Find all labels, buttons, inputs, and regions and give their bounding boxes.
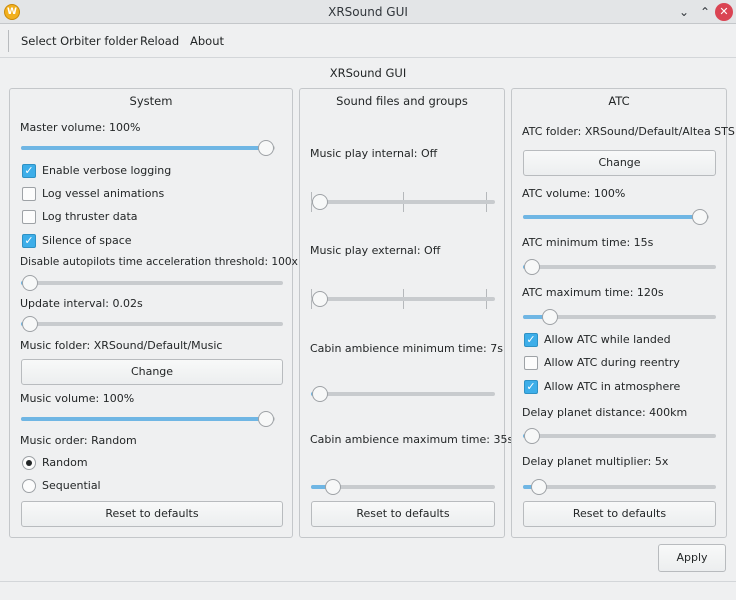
slider-handle[interactable] — [312, 194, 328, 210]
atc-reset-button[interactable]: Reset to defaults — [523, 501, 716, 527]
update-interval-label: Update interval: 0.02s — [20, 297, 143, 310]
music-volume-slider[interactable] — [21, 410, 275, 428]
slider-handle[interactable] — [325, 479, 342, 495]
system-group-title: System — [129, 94, 173, 108]
slider-handle[interactable] — [22, 275, 38, 291]
minimize-icon[interactable]: ⌄ — [674, 2, 694, 22]
music-folder-label: Music folder: XRSound/Default/Music — [20, 339, 223, 352]
main-title: XRSound GUI — [329, 66, 407, 80]
music-external-slider[interactable] — [311, 289, 495, 309]
slider-handle[interactable] — [312, 386, 328, 402]
atc-max-time-label: ATC maximum time: 120s — [522, 286, 664, 299]
atc-group: ATC ATC folder: XRSound/Default/Altea ST… — [511, 88, 735, 538]
update-interval-slider[interactable] — [21, 315, 283, 333]
slider-handle[interactable] — [312, 291, 328, 307]
atc-max-time-slider[interactable] — [523, 308, 716, 326]
atc-group-title: ATC — [608, 94, 630, 108]
menu-select-orbiter-folder[interactable]: Select Orbiter folder — [21, 24, 138, 58]
atc-min-time-slider[interactable] — [523, 258, 716, 276]
slider-handle[interactable] — [531, 479, 547, 495]
window-title: XRSound GUI — [328, 5, 408, 19]
master-volume-label: Master volume: 100% — [20, 121, 141, 134]
music-external-label: Music play external: Off — [310, 244, 441, 257]
slider-handle[interactable] — [541, 309, 558, 325]
slider-handle[interactable] — [258, 140, 274, 156]
cabin-min-label: Cabin ambience minimum time: 7s — [310, 342, 503, 355]
slider-handle[interactable] — [258, 411, 274, 427]
master-volume-slider[interactable] — [21, 139, 275, 157]
cabin-max-slider[interactable] — [311, 478, 495, 496]
autopilot-threshold-slider[interactable] — [21, 274, 283, 292]
music-volume-label: Music volume: 100% — [20, 392, 135, 405]
check-icon: ✓ — [22, 164, 36, 178]
atc-folder-change-button[interactable]: Change — [523, 150, 716, 176]
atc-volume-label: ATC volume: 100% — [522, 187, 626, 200]
check-icon: ✓ — [524, 333, 538, 347]
cabin-max-label: Cabin ambience maximum time: 35s — [310, 433, 514, 446]
sound-reset-button[interactable]: Reset to defaults — [311, 501, 495, 527]
music-order-label: Music order: Random — [20, 434, 137, 447]
delay-multiplier-slider[interactable] — [523, 478, 716, 496]
atc-folder-label: ATC folder: XRSound/Default/Altea STS — [522, 125, 735, 138]
system-group: System Master volume: 100% ✓ Enable verb… — [9, 88, 298, 538]
check-icon: ✓ — [524, 380, 538, 394]
apply-button[interactable]: Apply — [658, 544, 726, 572]
music-internal-label: Music play internal: Off — [310, 147, 438, 160]
cabin-min-slider[interactable] — [311, 385, 495, 403]
sound-group: Sound files and groups Music play intern… — [299, 88, 513, 538]
music-internal-slider[interactable] — [311, 192, 495, 212]
atc-volume-slider[interactable] — [523, 208, 709, 226]
slider-handle[interactable] — [524, 259, 540, 275]
title-bar: W XRSound GUI ⌄ ⌃ ✕ — [0, 0, 736, 24]
delay-distance-slider[interactable] — [523, 427, 716, 445]
delay-multiplier-label: Delay planet multiplier: 5x — [522, 455, 669, 468]
delay-distance-label: Delay planet distance: 400km — [522, 406, 688, 419]
sound-group-title: Sound files and groups — [336, 94, 468, 108]
atc-min-time-label: ATC minimum time: 15s — [522, 236, 654, 249]
menu-reload[interactable]: Reload — [140, 24, 179, 58]
slider-handle[interactable] — [692, 209, 708, 225]
status-bar — [0, 581, 736, 600]
system-reset-button[interactable]: Reset to defaults — [21, 501, 283, 527]
toolbar-grip[interactable] — [8, 30, 10, 52]
menu-bar: Select Orbiter folder Reload About — [0, 24, 736, 58]
autopilot-threshold-label: Disable autopilots time acceleration thr… — [20, 256, 298, 268]
music-folder-change-button[interactable]: Change — [21, 359, 283, 385]
menu-about[interactable]: About — [190, 24, 224, 58]
slider-handle[interactable] — [524, 428, 540, 444]
slider-handle[interactable] — [22, 316, 38, 332]
check-icon: ✓ — [22, 234, 36, 248]
close-icon[interactable]: ✕ — [715, 3, 733, 21]
maximize-icon[interactable]: ⌃ — [695, 2, 715, 22]
